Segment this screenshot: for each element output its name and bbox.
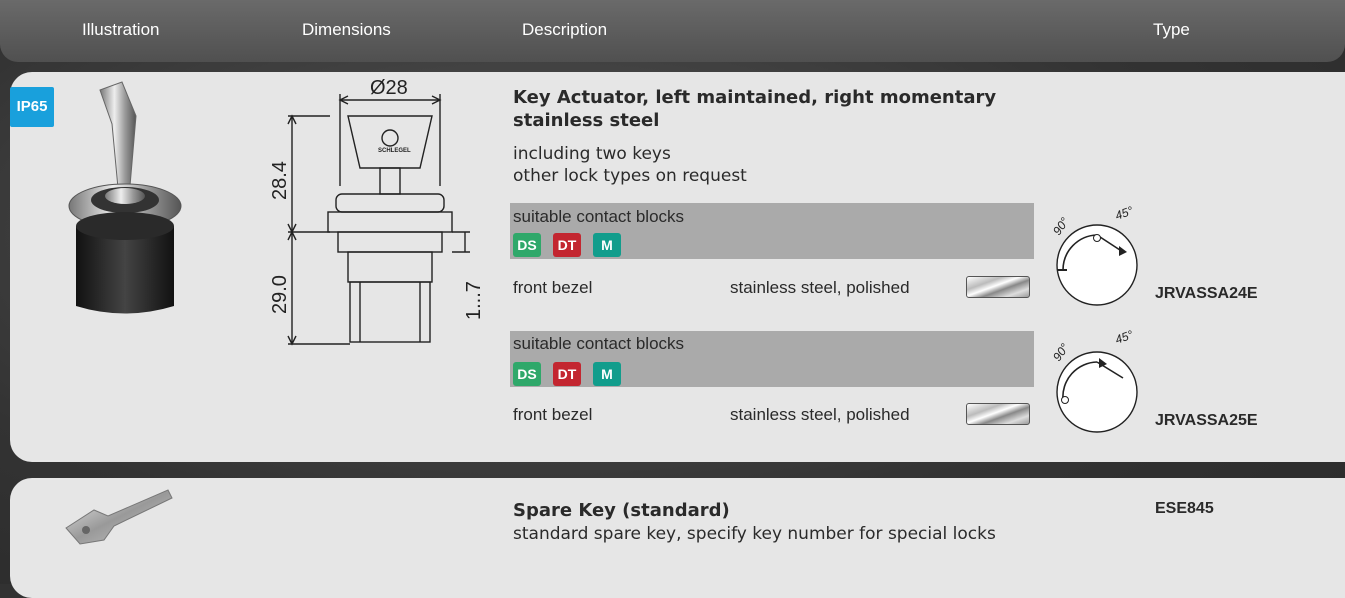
- steel-swatch: [966, 403, 1030, 425]
- bezel-material: stainless steel, polished: [730, 405, 910, 424]
- front-bezel-label: front bezel: [513, 405, 593, 424]
- key-brand-label: SCHLEGEL: [378, 148, 411, 154]
- steel-swatch: [966, 276, 1030, 298]
- switch-angle-diagram: 90° 45°: [1050, 327, 1138, 433]
- badge-dt: DT: [553, 233, 581, 257]
- badge-ds: DS: [513, 233, 541, 257]
- product-code-jrvassa25e: JRVASSA25E: [1155, 412, 1258, 429]
- product2-title: Spare Key (standard): [513, 500, 730, 521]
- bezel-material: stainless steel, polished: [730, 278, 910, 297]
- contact-blocks-label: suitable contact blocks: [513, 207, 685, 226]
- header-description: Description: [522, 20, 608, 39]
- product-code-jrvassa24e: JRVASSA24E: [1155, 285, 1258, 302]
- front-bezel-label: front bezel: [513, 278, 593, 297]
- table-header: Illustration Dimensions Description Type: [0, 0, 1345, 62]
- dimension-drawing: Ø28 28.4 29.0 1...7 SCHLEGEL: [270, 77, 485, 346]
- dim-height-top: 28.4: [270, 161, 291, 200]
- angle-90: 90°: [1050, 215, 1072, 238]
- angle-90: 90°: [1050, 341, 1072, 364]
- product1-desc-line2: other lock types on request: [513, 166, 747, 186]
- spare-key-illustration: [65, 489, 173, 545]
- switch-angle-diagram: 90° 45°: [1050, 203, 1138, 306]
- badge-ds: DS: [513, 362, 541, 386]
- product1-title-line2: stainless steel: [513, 110, 660, 131]
- badge-dt: DT: [553, 362, 581, 386]
- ip65-badge: IP65: [10, 87, 54, 127]
- header-illustration: Illustration: [82, 20, 160, 39]
- product1-title-line1: Key Actuator, left maintained, right mom…: [513, 87, 997, 108]
- angle-45: 45°: [1113, 327, 1135, 346]
- product-code-ese845: ESE845: [1155, 500, 1214, 517]
- dim-diameter: Ø28: [370, 77, 408, 99]
- product1-desc-line1: including two keys: [513, 144, 671, 164]
- angle-45: 45°: [1113, 203, 1135, 222]
- dim-panel: 1...7: [463, 281, 485, 320]
- product2-desc: standard spare key, specify key number f…: [513, 524, 996, 544]
- badge-m: M: [593, 233, 621, 257]
- dim-height-bottom: 29.0: [270, 275, 291, 314]
- header-dimensions: Dimensions: [302, 20, 391, 39]
- key-actuator-illustration: [68, 81, 182, 314]
- header-type: Type: [1153, 20, 1190, 39]
- badge-m: M: [593, 362, 621, 386]
- contact-blocks-label: suitable contact blocks: [513, 334, 685, 353]
